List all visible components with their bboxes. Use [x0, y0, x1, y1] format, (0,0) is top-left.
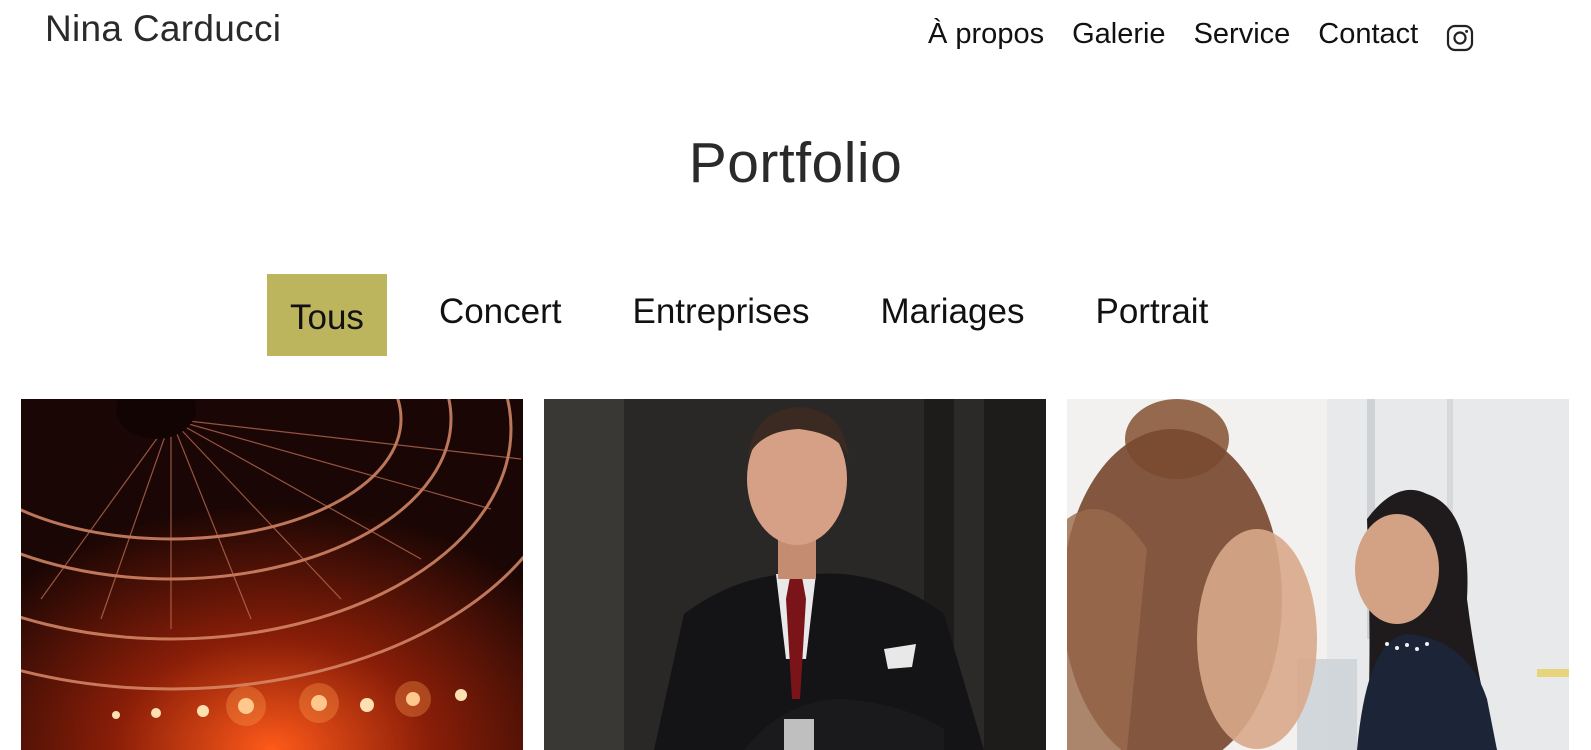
filter-concert[interactable]: Concert	[415, 274, 586, 356]
gallery-image-office[interactable]	[1067, 399, 1569, 750]
instagram-icon[interactable]	[1446, 24, 1474, 52]
filter-entreprises[interactable]: Entreprises	[609, 274, 834, 356]
gallery-grid	[21, 399, 1569, 750]
gallery-image-concert[interactable]	[21, 399, 523, 750]
nav-link-service[interactable]: Service	[1194, 18, 1291, 51]
main-nav: À propos Galerie Service Contact	[928, 18, 1474, 52]
site-brand[interactable]: Nina Carducci	[45, 8, 281, 50]
filter-mariages[interactable]: Mariages	[857, 274, 1049, 356]
gallery-image-businessman[interactable]	[544, 399, 1046, 750]
page-title: Portfolio	[688, 131, 903, 195]
nav-link-gallery[interactable]: Galerie	[1072, 18, 1166, 51]
filter-portrait[interactable]: Portrait	[1071, 274, 1232, 356]
nav-link-contact[interactable]: Contact	[1318, 18, 1418, 51]
filter-all[interactable]: Tous	[267, 274, 387, 356]
page: Nina Carducci À propos Galerie Service C…	[0, 0, 1591, 750]
nav-link-about[interactable]: À propos	[928, 18, 1044, 51]
gallery-filters: Tous Concert Entreprises Mariages Portra…	[267, 274, 1232, 356]
